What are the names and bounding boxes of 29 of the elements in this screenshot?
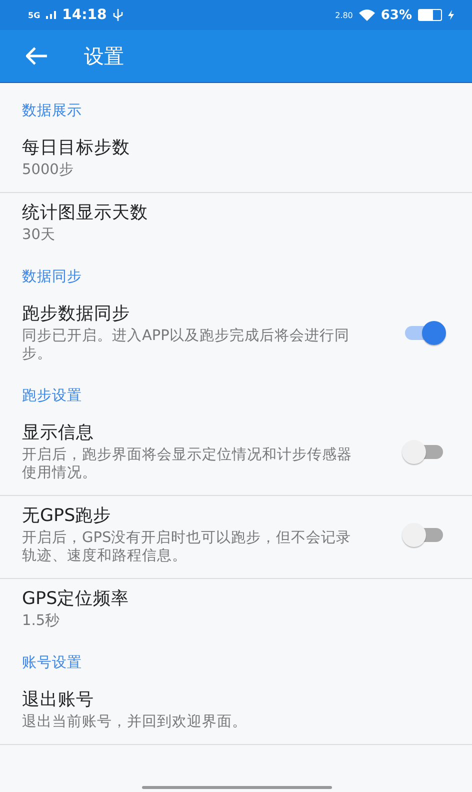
section-header: 数据同步 [21,268,83,287]
wifi-icon [358,9,375,21]
setting-description: 30天 [22,226,56,244]
signal-icon [46,11,56,19]
setting-description: 同步已开启。进入APP以及跑步完成后将会进行同步。 [22,327,350,363]
battery-percent: 63% [380,8,412,22]
section-header: 跑步设置 [21,387,83,406]
setting-description: 5000步 [22,161,75,179]
setting-title[interactable]: 每日目标步数 [22,136,426,161]
network-speed: 2.80 [335,10,353,20]
setting-description: 开启后，跑步界面将会显示定位情况和计步传感器使用情况。 [22,446,353,482]
setting-description: 退出当前账号，并回到欢迎界面。 [22,713,248,731]
section-header: 账号设置 [21,654,83,673]
page-title: 设置 [84,42,124,70]
setting-title[interactable]: 统计图显示天数 [22,201,426,226]
setting-description: 开启后，GPS没有开启时也可以跑步，但不会记录轨迹、速度和路程信息。 [22,529,352,565]
setting-title[interactable]: GPS定位频率 [22,587,426,612]
battery-icon [418,9,442,21]
back-icon[interactable] [26,47,48,65]
setting-title[interactable]: 显示信息 [22,421,382,446]
setting-description: 1.5秒 [22,612,62,630]
setting-title[interactable]: 无GPS跑步 [22,504,382,529]
usb-icon [112,9,123,21]
network-label: 5G [28,10,40,20]
setting-title[interactable]: 跑步数据同步 [22,302,382,327]
charging-icon [448,10,454,20]
setting-title[interactable]: 退出账号 [22,688,426,713]
section-header: 数据展示 [21,102,83,121]
status-time: 14:18 [62,7,107,23]
